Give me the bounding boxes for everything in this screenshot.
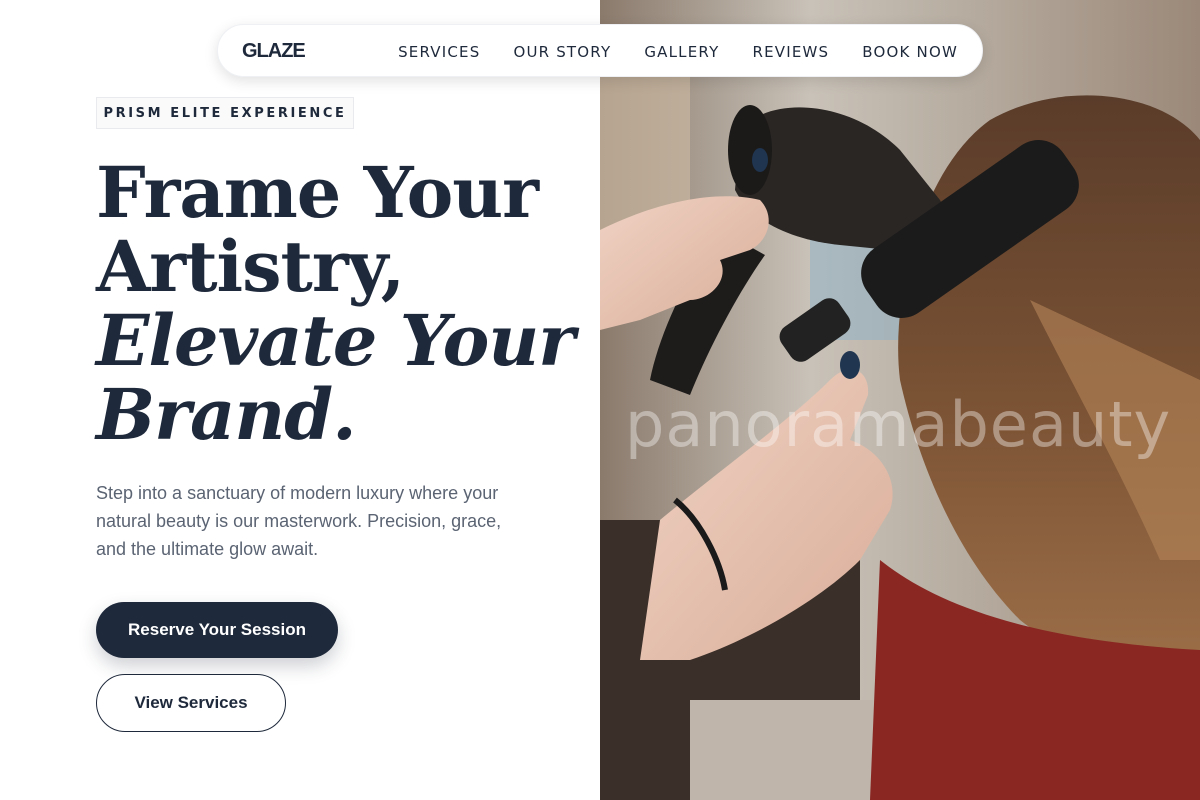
headline-line-1: Frame Your <box>96 151 539 234</box>
salon-photo-illustration <box>600 0 1200 800</box>
nav-link-services[interactable]: SERVICES <box>398 43 480 61</box>
nav-link-book-now[interactable]: BOOK NOW <box>862 43 958 61</box>
brand-logo[interactable]: GLAZE <box>242 40 306 63</box>
headline-line-2: Artistry, <box>96 225 405 308</box>
hero-headline: Frame Your Artistry, Elevate Your Brand. <box>96 156 596 452</box>
top-navbar: GLAZE SERVICES OUR STORY GALLERY REVIEWS… <box>217 24 983 77</box>
hero-content: PRISM ELITE EXPERIENCE Frame Your Artist… <box>0 0 600 800</box>
view-services-button[interactable]: View Services <box>96 674 286 732</box>
nav-link-reviews[interactable]: REVIEWS <box>752 43 829 61</box>
hero-photo: panoramabeauty <box>600 0 1200 800</box>
reserve-session-button[interactable]: Reserve Your Session <box>96 602 338 658</box>
eyebrow-badge: PRISM ELITE EXPERIENCE <box>96 97 354 129</box>
headline-line-3: Elevate Your <box>96 299 575 382</box>
headline-line-4: Brand. <box>96 373 357 456</box>
nav-link-our-story[interactable]: OUR STORY <box>513 43 611 61</box>
nav-link-gallery[interactable]: GALLERY <box>644 43 719 61</box>
hero-description: Step into a sanctuary of modern luxury w… <box>96 483 502 559</box>
nav-links: SERVICES OUR STORY GALLERY REVIEWS BOOK … <box>398 25 958 78</box>
